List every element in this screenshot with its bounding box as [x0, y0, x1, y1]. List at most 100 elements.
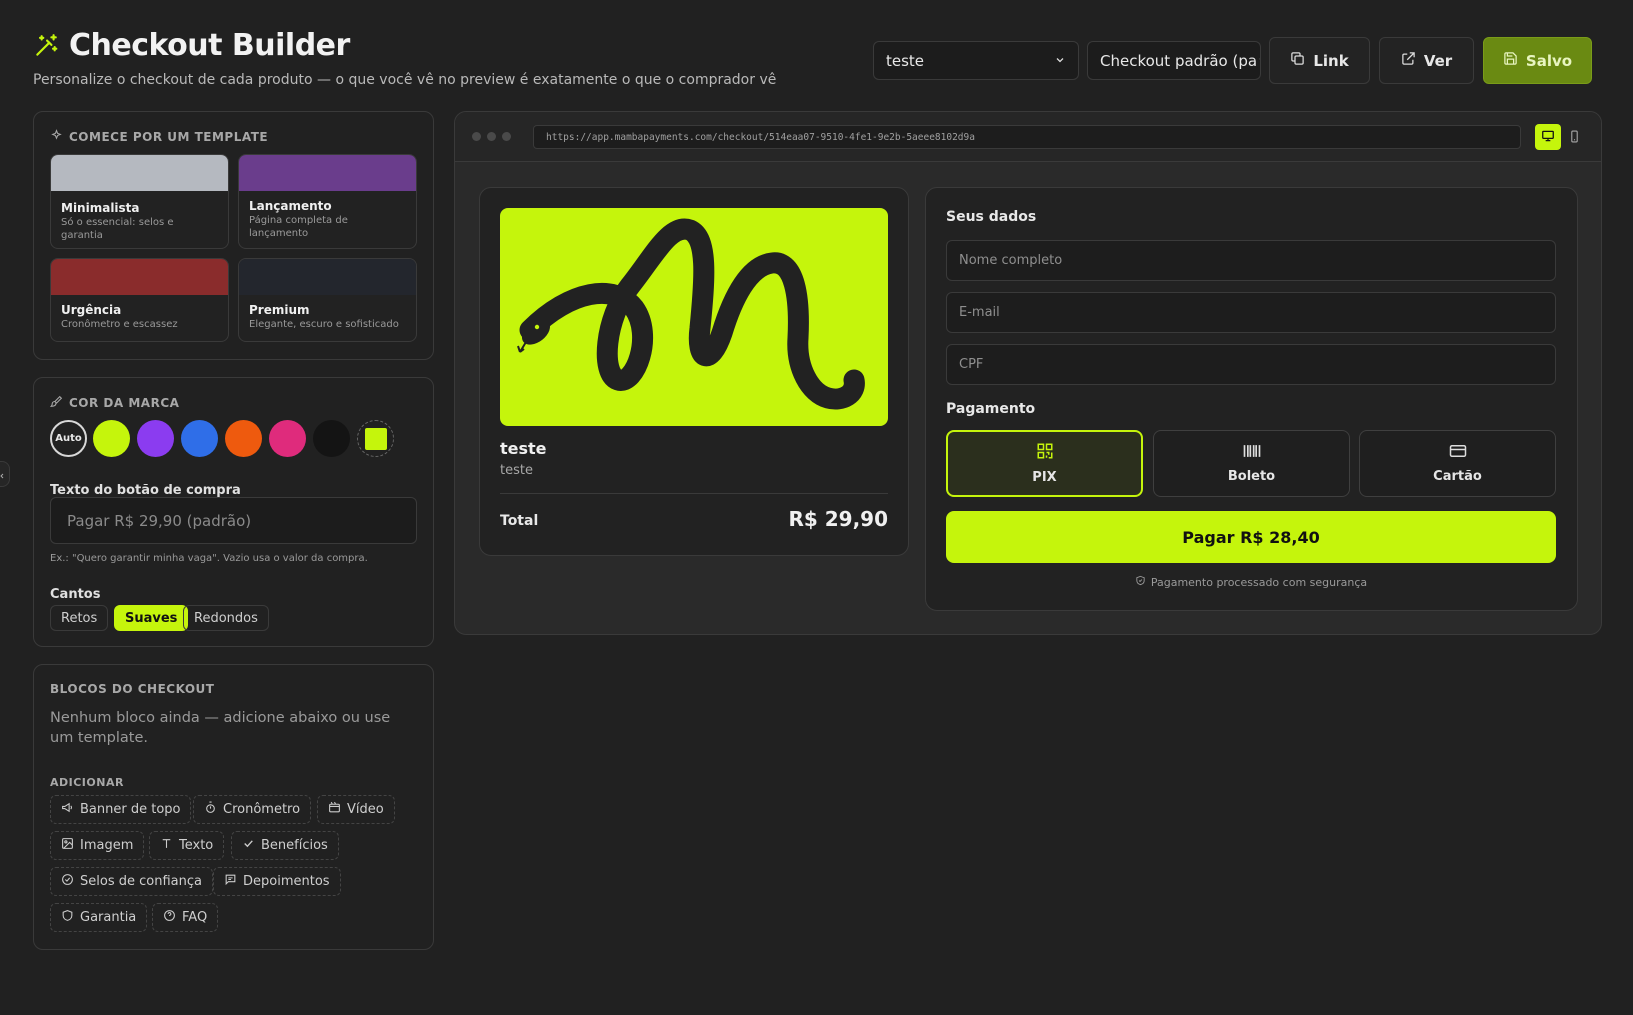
- template-name: Premium: [249, 303, 310, 317]
- color-swatch-orange[interactable]: [225, 420, 262, 457]
- email-input[interactable]: E-mail: [946, 292, 1556, 333]
- product-name: teste: [500, 439, 547, 458]
- credit-card-icon: [1449, 443, 1467, 463]
- chevron-down-icon: [1257, 52, 1260, 70]
- template-card-urgencia[interactable]: Urgência Cronômetro e escassez: [50, 258, 229, 342]
- add-image-button[interactable]: Imagem: [50, 831, 145, 860]
- barcode-icon: [1242, 443, 1262, 463]
- button-text-label: Texto do botão de compra: [50, 483, 241, 498]
- template-name: Urgência: [61, 303, 122, 317]
- color-swatch-purple[interactable]: [137, 420, 174, 457]
- divider: [500, 493, 888, 494]
- template-card-minimalista[interactable]: Minimalista Só o essencial: selos e gara…: [50, 154, 229, 249]
- video-icon: [328, 801, 341, 818]
- chevron-left-icon: [0, 465, 6, 484]
- add-guarantee-button[interactable]: Garantia: [50, 903, 148, 932]
- template-desc: Só o essencial: selos e garantia: [61, 217, 174, 241]
- color-swatch-lime[interactable]: [93, 420, 130, 457]
- add-timer-button[interactable]: Cronômetro: [193, 795, 312, 824]
- add-benefits-button[interactable]: Benefícios: [231, 831, 339, 860]
- payment-method-pix[interactable]: PIX: [946, 430, 1143, 497]
- brand-heading: COR DA MARCA: [49, 395, 179, 411]
- template-desc: Cronômetro e escassez: [61, 319, 178, 330]
- desktop-view-button[interactable]: [1535, 124, 1561, 150]
- message-icon: [224, 873, 237, 890]
- window-dot: [487, 132, 496, 141]
- corners-option-redondos[interactable]: Redondos: [183, 605, 269, 631]
- color-swatch-pink[interactable]: [269, 420, 306, 457]
- template-desc: Elegante, escuro e sofisticado: [249, 319, 399, 330]
- view-label: Ver: [1423, 51, 1453, 70]
- template-card-premium[interactable]: Premium Elegante, escuro e sofisticado: [238, 258, 417, 342]
- color-swatch-blue[interactable]: [181, 420, 218, 457]
- payment-method-boleto[interactable]: Boleto: [1153, 430, 1350, 497]
- chevron-down-icon: [1054, 52, 1066, 70]
- product-image: [500, 208, 888, 426]
- personal-data-heading: Seus dados: [946, 209, 1037, 225]
- total-amount: R$ 29,90: [788, 507, 888, 531]
- payment-method-card[interactable]: Cartão: [1359, 430, 1556, 497]
- product-select[interactable]: teste: [873, 41, 1079, 80]
- shield-icon: [61, 909, 74, 926]
- copy-link-button[interactable]: Link: [1269, 37, 1370, 84]
- template-color-bar: [239, 259, 416, 295]
- product-select-value: teste: [886, 51, 925, 70]
- check-icon: [242, 837, 255, 854]
- sidebar-collapse-handle[interactable]: [0, 461, 10, 487]
- template-card-lancamento[interactable]: Lançamento Página completa de lançamento: [238, 154, 417, 249]
- add-video-button[interactable]: Vídeo: [317, 795, 395, 824]
- total-label: Total: [500, 513, 539, 529]
- add-banner-button[interactable]: Banner de topo: [50, 795, 192, 824]
- button-text-hint: Ex.: "Quero garantir minha vaga". Vazio …: [50, 553, 368, 564]
- window-dot: [502, 132, 511, 141]
- pay-button[interactable]: Pagar R$ 28,40: [946, 511, 1556, 563]
- save-icon: [1503, 51, 1518, 70]
- megaphone-icon: [61, 801, 74, 818]
- badge-check-icon: [61, 873, 74, 890]
- checkout-select-value: Checkout padrão (pa: [1100, 51, 1258, 70]
- browser-bar: https://app.mambapayments.com/checkout/5…: [455, 112, 1601, 162]
- smartphone-icon: [1568, 128, 1581, 147]
- templates-panel: COMECE POR UM TEMPLATE Minimalista Só o …: [33, 111, 434, 360]
- sparkles-icon: [50, 129, 63, 145]
- custom-color-picker[interactable]: [357, 420, 394, 457]
- magic-wand-icon: [33, 33, 59, 59]
- add-faq-button[interactable]: FAQ: [152, 903, 219, 932]
- add-trust-seals-button[interactable]: Selos de confiança: [50, 867, 213, 896]
- mobile-view-button[interactable]: [1561, 124, 1587, 150]
- add-testimonials-button[interactable]: Depoimentos: [213, 867, 341, 896]
- template-color-bar: [51, 259, 228, 295]
- color-swatch-black[interactable]: [313, 420, 350, 457]
- blocks-empty-text: Nenhum bloco ainda — adicione abaixo ou …: [50, 710, 391, 746]
- templates-heading: COMECE POR UM TEMPLATE: [50, 129, 268, 145]
- add-text-button[interactable]: Texto: [149, 831, 225, 860]
- page-header: Checkout Builder: [33, 28, 350, 63]
- product-card: teste teste Total R$ 29,90: [479, 187, 909, 556]
- text-icon: [160, 837, 173, 854]
- monitor-icon: [1541, 128, 1555, 147]
- checkout-select[interactable]: Checkout padrão (pa: [1087, 41, 1261, 80]
- template-desc: Página completa de lançamento: [249, 215, 348, 239]
- window-dot: [472, 132, 481, 141]
- preview-url: https://app.mambapayments.com/checkout/5…: [533, 125, 1521, 149]
- image-icon: [61, 837, 74, 854]
- template-color-bar: [239, 155, 416, 191]
- paintbrush-icon: [49, 395, 63, 411]
- help-icon: [163, 909, 176, 926]
- button-text-input[interactable]: Pagar R$ 29,90 (padrão): [50, 497, 417, 544]
- add-blocks-heading: ADICIONAR: [50, 776, 124, 789]
- corners-option-retos[interactable]: Retos: [50, 605, 109, 631]
- color-swatch-auto[interactable]: Auto: [50, 420, 87, 457]
- full-name-input[interactable]: Nome completo: [946, 240, 1556, 281]
- view-button[interactable]: Ver: [1379, 37, 1474, 84]
- save-button[interactable]: Salvo: [1483, 37, 1592, 84]
- corners-option-suaves[interactable]: Suaves: [114, 605, 189, 631]
- cpf-input[interactable]: CPF: [946, 344, 1556, 385]
- custom-color-preview: [364, 427, 387, 450]
- template-color-bar: [51, 155, 228, 191]
- blocks-heading: BLOCOS DO CHECKOUT: [50, 682, 215, 696]
- qr-code-icon: [1036, 442, 1054, 464]
- save-label: Salvo: [1525, 51, 1573, 70]
- payment-heading: Pagamento: [946, 401, 1036, 417]
- template-name: Minimalista: [61, 201, 140, 215]
